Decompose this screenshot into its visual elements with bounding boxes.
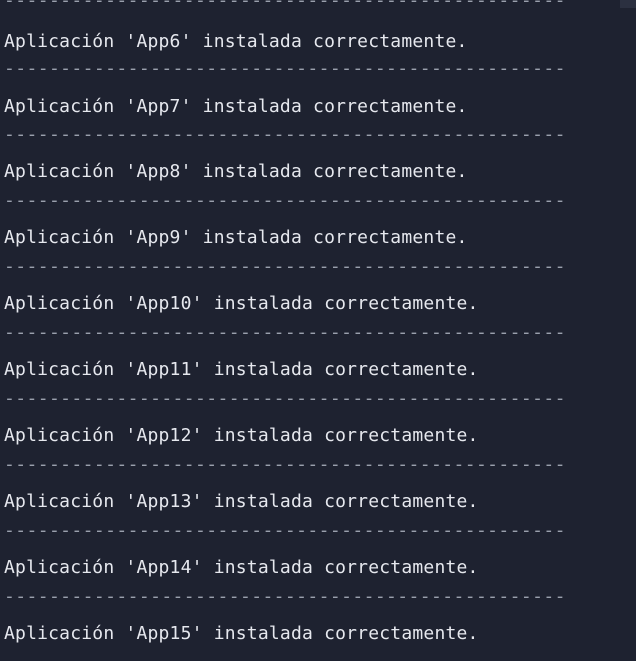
separator-line: ----------------------------------------… (4, 256, 566, 277)
separator-line: ----------------------------------------… (4, 0, 566, 11)
output-line: Aplicación 'App14' instalada correctamen… (4, 557, 479, 578)
output-line: Aplicación 'App10' instalada correctamen… (4, 293, 479, 314)
separator-line: ----------------------------------------… (4, 388, 566, 409)
terminal-output[interactable]: ----------------------------------------… (0, 0, 636, 661)
separator-line: ----------------------------------------… (4, 58, 566, 79)
separator-line: ----------------------------------------… (4, 322, 566, 343)
output-line: Aplicación 'App12' instalada correctamen… (4, 425, 479, 446)
separator-line: ----------------------------------------… (4, 124, 566, 145)
output-line: Aplicación 'App7' instalada correctament… (4, 96, 468, 117)
output-line: Aplicación 'App11' instalada correctamen… (4, 359, 479, 380)
scrollbar[interactable] (620, 0, 636, 8)
separator-line: ----------------------------------------… (4, 454, 566, 475)
output-line: Aplicación 'App6' instalada correctament… (4, 31, 468, 52)
output-line: Aplicación 'App8' instalada correctament… (4, 161, 468, 182)
output-line: Aplicación 'App9' instalada correctament… (4, 227, 468, 248)
separator-line: ----------------------------------------… (4, 190, 566, 211)
separator-line: ----------------------------------------… (4, 520, 566, 541)
separator-line: ----------------------------------------… (4, 586, 566, 607)
output-line: Aplicación 'App15' instalada correctamen… (4, 623, 479, 644)
output-line: Aplicación 'App13' instalada correctamen… (4, 491, 479, 512)
